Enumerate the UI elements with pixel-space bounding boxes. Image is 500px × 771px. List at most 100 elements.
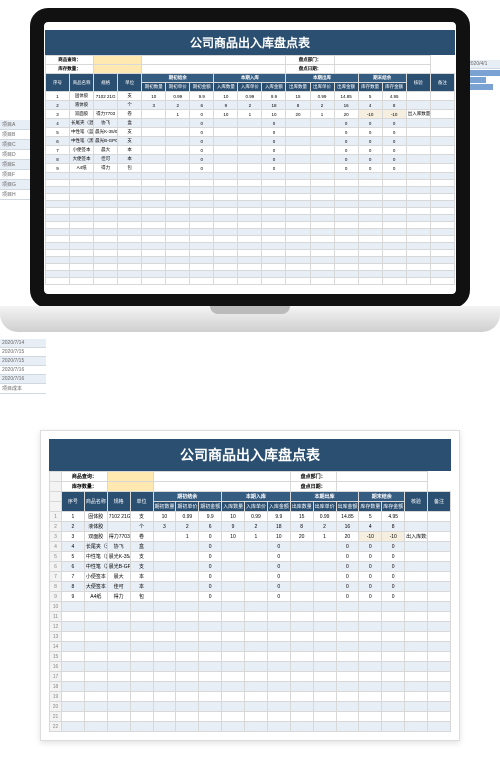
table-row[interactable]: 4长尾夹（混装）协飞盒00000 — [46, 119, 455, 128]
table-row-empty[interactable] — [46, 264, 455, 271]
table-row-empty[interactable]: 11 — [50, 612, 451, 622]
table-row-empty[interactable]: 15 — [50, 652, 451, 662]
meta-date-value[interactable] — [336, 482, 428, 492]
cell-ea: -10 — [382, 532, 405, 542]
table-row[interactable]: 3双面胶得力7703卷101011020120-10-10出入库数量不匹配，请检… — [46, 110, 455, 119]
cell-oa: 0 — [334, 137, 358, 146]
table-row-empty[interactable] — [46, 257, 455, 264]
table-row-empty[interactable]: 19 — [50, 692, 451, 702]
col-out-amt: 出库金额 — [336, 502, 359, 512]
table-row[interactable]: 9A4纸得力包00000 — [46, 164, 455, 173]
table-row-empty[interactable] — [46, 222, 455, 229]
table-row[interactable]: 55中性笔（蓝）晨光K-35/0#74支00000 — [50, 552, 451, 562]
cell-spec: 晨光B-GP009 — [94, 137, 118, 146]
cell-spec: 佳可 — [107, 582, 130, 592]
table-row-empty[interactable]: 22 — [50, 722, 451, 732]
cell-oa: 16 — [336, 522, 359, 532]
meta-stock-value[interactable] — [107, 482, 153, 492]
cell-ia: 0 — [267, 572, 290, 582]
table-row[interactable]: 99A4纸得力包00000 — [50, 592, 451, 602]
cell-unit: 支 — [118, 92, 142, 101]
meta-row: 商品查询：盘点部门： — [50, 472, 451, 482]
table-row[interactable]: 77小便签本晨大本00000 — [50, 572, 451, 582]
cell-unit: 卷 — [130, 532, 153, 542]
table-row-empty[interactable] — [46, 271, 455, 278]
laptop-notch — [210, 306, 290, 314]
meta-dept-value[interactable] — [334, 56, 430, 65]
cell-bp — [176, 542, 199, 552]
table-row-empty[interactable]: 20 — [50, 702, 451, 712]
table-row[interactable]: 1固体胶7102 21G支100.999.9100.999.9150.9914.… — [46, 92, 455, 101]
table-row-empty[interactable] — [46, 243, 455, 250]
cell-check — [406, 92, 430, 101]
cell-ba: 0 — [190, 137, 214, 146]
cell-seq: 1 — [46, 92, 70, 101]
table-row-empty[interactable]: 18 — [50, 682, 451, 692]
cell-ip — [238, 128, 262, 137]
table-row-empty[interactable] — [46, 278, 455, 285]
cell-spec: 得力 — [94, 164, 118, 173]
table-row-empty[interactable] — [46, 180, 455, 187]
meta-dept-value[interactable] — [336, 472, 428, 482]
table-row-empty[interactable]: 10 — [50, 602, 451, 612]
table-row-empty[interactable]: 17 — [50, 672, 451, 682]
table-row[interactable]: 6中性笔（黑）晨光B-GP009支00000 — [46, 137, 455, 146]
meta-search-value[interactable] — [107, 472, 153, 482]
table-row-empty[interactable] — [46, 187, 455, 194]
bg-bottom-item: 项目成本 — [0, 384, 46, 394]
cell-name: 固体胶 — [70, 92, 94, 101]
table-row[interactable]: 8大便签本佳可本00000 — [46, 155, 455, 164]
bg-bottom-item: 2020/7/14 — [0, 339, 46, 348]
cell-check — [406, 146, 430, 155]
table-row-empty[interactable]: 13 — [50, 632, 451, 642]
cell-unit: 包 — [118, 164, 142, 173]
cell-ea: 0 — [382, 542, 405, 552]
table-row-empty[interactable]: 14 — [50, 642, 451, 652]
table-row-empty[interactable] — [46, 208, 455, 215]
cell-oq — [290, 592, 313, 602]
meta-stock-value[interactable] — [94, 65, 142, 74]
col-name: 商品名称 — [70, 74, 94, 92]
table-row-empty[interactable] — [46, 250, 455, 257]
table-row[interactable]: 5中性笔（蓝）晨光K-35/0#74支00000 — [46, 128, 455, 137]
cell-ip: 1 — [245, 532, 268, 542]
cell-eq: 5 — [358, 92, 382, 101]
cell-op: 1 — [310, 110, 334, 119]
table-row-empty[interactable] — [46, 229, 455, 236]
table-row-empty[interactable]: 12 — [50, 622, 451, 632]
row-number: 3 — [50, 532, 62, 542]
table-row[interactable]: 66中性笔（黑）晨光B-GP009支00000 — [50, 562, 451, 572]
col-spec: 规格 — [107, 492, 130, 512]
table-row[interactable]: 7小便签本晨大本00000 — [46, 146, 455, 155]
meta-search-value[interactable] — [94, 56, 142, 65]
cell-op — [313, 562, 336, 572]
table-row[interactable]: 2液体胶个3269218821648 — [46, 101, 455, 110]
meta-date-value[interactable] — [334, 65, 430, 74]
table-row[interactable]: 22液体胶个3269218821648 — [50, 522, 451, 532]
cell-eq: -10 — [359, 532, 382, 542]
table-row-empty[interactable] — [46, 194, 455, 201]
cell-ea: 0 — [382, 572, 405, 582]
cell-ba: 6 — [190, 101, 214, 110]
table-row[interactable]: 44长尾夹（混装）协飞盒00000 — [50, 542, 451, 552]
table-row-empty[interactable] — [46, 173, 455, 180]
cell-bq — [142, 128, 166, 137]
table-row[interactable]: 11固体胶7102 21G支100.999.9100.999.9150.9914… — [50, 512, 451, 522]
cell-op — [313, 552, 336, 562]
cell-op — [310, 155, 334, 164]
table-row-empty[interactable] — [46, 215, 455, 222]
cell-ip: 0.99 — [238, 92, 262, 101]
cell-check — [406, 137, 430, 146]
cell-remark — [430, 92, 454, 101]
table-row[interactable]: 88大便签本佳可本00000 — [50, 582, 451, 592]
table-row-empty[interactable] — [46, 236, 455, 243]
table-row[interactable]: 33双面胶得力7703卷101011020120-10-10出入库数量不匹配，请… — [50, 532, 451, 542]
col-begin-amt: 期初金额 — [190, 83, 214, 92]
table-row-empty[interactable]: 21 — [50, 712, 451, 722]
cell-ba: 0 — [199, 562, 222, 572]
cell-iq: 9 — [222, 522, 245, 532]
table-row-empty[interactable]: 16 — [50, 662, 451, 672]
table-row-empty[interactable] — [46, 201, 455, 208]
laptop-mockup: 2020/4/1 项目A项目B项目C项目D项目E项目F项目G项目H 2020/7… — [0, 0, 500, 400]
cell-ip — [238, 146, 262, 155]
